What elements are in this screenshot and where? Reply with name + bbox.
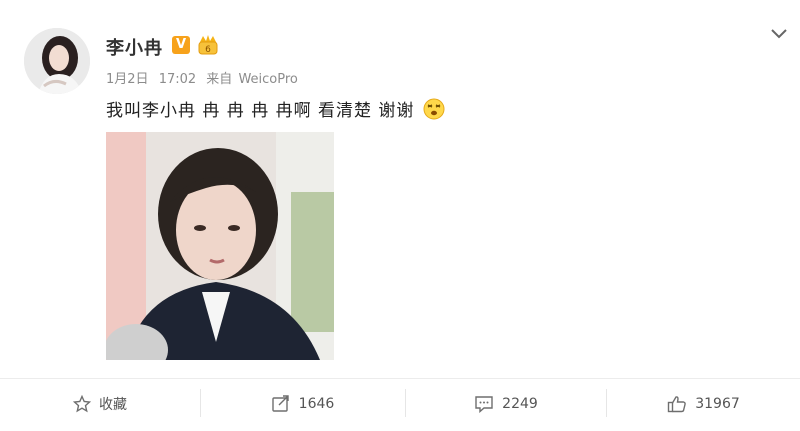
post-photo[interactable] [106, 132, 334, 360]
post-text: 我叫李小冉 冉 冉 冉 冉啊 看清楚 谢谢 [106, 96, 445, 125]
post-source[interactable]: WeicoPro [238, 72, 297, 87]
thumbs-up-icon [668, 396, 687, 413]
comment-icon [475, 396, 493, 413]
post-meta: 1月2日 17:02 来自 WeicoPro [106, 68, 304, 87]
chevron-down-icon[interactable] [770, 26, 788, 40]
like-count: 31967 [695, 396, 740, 412]
post-time[interactable]: 17:02 [159, 72, 196, 87]
member-badge-icon: 6 [196, 34, 220, 56]
post-text-body: 我叫李小冉 冉 冉 冉 冉啊 看清楚 谢谢 [106, 101, 415, 121]
comment-button[interactable]: 2249 [406, 379, 606, 429]
favorite-label: 收藏 [99, 397, 127, 413]
star-icon [73, 395, 91, 413]
repost-button[interactable]: 1646 [201, 379, 404, 429]
source-prefix: 来自 [206, 72, 233, 87]
verified-badge-icon: V [172, 36, 190, 54]
username[interactable]: 李小冉 [106, 34, 163, 60]
post-date[interactable]: 1月2日 [106, 72, 149, 87]
dizzy-face-emoji-icon [423, 98, 445, 125]
repost-icon [271, 395, 289, 412]
repost-count: 1646 [298, 396, 335, 412]
like-button[interactable]: 31967 [607, 379, 800, 429]
favorite-button[interactable]: 收藏 [0, 379, 200, 429]
action-bar: 收藏 1646 2249 31967 [0, 378, 800, 429]
svg-text:6: 6 [205, 45, 211, 55]
weibo-post-card: 李小冉 V 6 1月2日 17:02 来自 WeicoPro 我叫李小冉 冉 冉… [0, 0, 800, 431]
avatar[interactable] [24, 28, 90, 94]
comment-count: 2249 [502, 396, 538, 412]
